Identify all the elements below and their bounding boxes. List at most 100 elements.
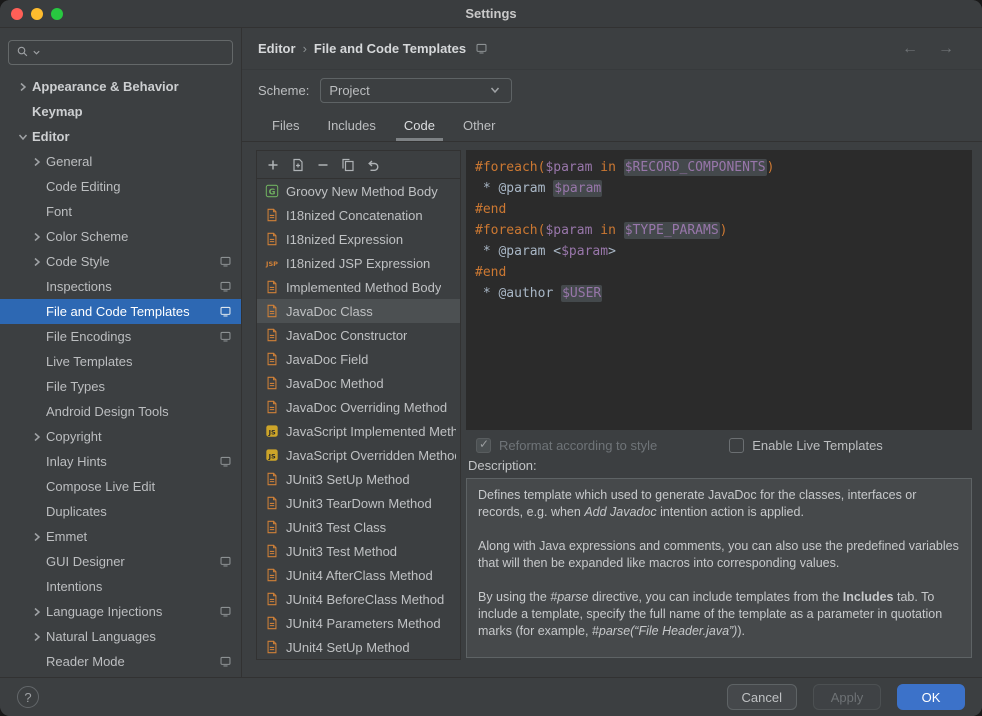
tpl-file-icon [264, 400, 280, 414]
sidebar-item-appearance-behavior[interactable]: Appearance & Behavior [0, 74, 241, 99]
settings-content: Editor › File and Code Templates ← → Sch… [242, 28, 982, 677]
sidebar-item-live-templates[interactable]: Live Templates [0, 349, 241, 374]
reset-template-button[interactable] [361, 154, 384, 176]
template-item-junit3-setup-method[interactable]: JUnit3 SetUp Method [257, 467, 460, 491]
enable-live-templates-option[interactable]: Enable Live Templates [729, 438, 883, 453]
sidebar-item-compose-live-edit[interactable]: Compose Live Edit [0, 474, 241, 499]
chevron-right-icon[interactable] [28, 229, 46, 245]
template-item-label: JUnit3 SetUp Method [286, 472, 410, 487]
sidebar-item-inlay-hints[interactable]: Inlay Hints [0, 449, 241, 474]
jsp-file-icon: JSP [264, 256, 280, 270]
back-icon[interactable]: ← [902, 40, 918, 58]
template-item-junit3-test-method[interactable]: JUnit3 Test Method [257, 539, 460, 563]
chevron-right-icon[interactable] [28, 429, 46, 445]
enable-live-templates-checkbox[interactable] [729, 438, 744, 453]
sidebar-item-general[interactable]: General [0, 149, 241, 174]
sidebar-item-file-types[interactable]: File Types [0, 374, 241, 399]
search-input[interactable] [44, 45, 225, 60]
sidebar-item-duplicates[interactable]: Duplicates [0, 499, 241, 524]
template-item-junit3-test-class[interactable]: JUnit3 Test Class [257, 515, 460, 539]
chevron-right-icon[interactable] [28, 529, 46, 545]
scheme-row: Scheme: Project [258, 71, 512, 109]
breadcrumb-separator-icon: › [296, 41, 314, 56]
sidebar-item-emmet[interactable]: Emmet [0, 524, 241, 549]
sidebar-item-label: Copyright [46, 429, 102, 444]
sidebar-item-label: Language Injections [46, 604, 162, 619]
settings-search-field[interactable] [8, 40, 233, 65]
template-item-junit4-beforeclass-method[interactable]: JUnit4 BeforeClass Method [257, 587, 460, 611]
svg-text:JSP: JSP [265, 260, 278, 268]
template-item-implemented-method-body[interactable]: Implemented Method Body [257, 275, 460, 299]
template-item-javadoc-constructor[interactable]: JavaDoc Constructor [257, 323, 460, 347]
sidebar-item-keymap[interactable]: Keymap [0, 99, 241, 124]
template-item-i18nized-expression[interactable]: I18nized Expression [257, 227, 460, 251]
sidebar-item-file-and-code-templates[interactable]: File and Code Templates [0, 299, 241, 324]
sidebar-item-copyright[interactable]: Copyright [0, 424, 241, 449]
template-item-junit3-teardown-method[interactable]: JUnit3 TearDown Method [257, 491, 460, 515]
breadcrumb-editor[interactable]: Editor [258, 41, 296, 56]
template-item-javadoc-field[interactable]: JavaDoc Field [257, 347, 460, 371]
sidebar-item-label: Color Scheme [46, 229, 128, 244]
add-template-button[interactable] [261, 154, 284, 176]
code-line: * @author $USER [475, 283, 963, 304]
sidebar-item-natural-languages[interactable]: Natural Languages [0, 624, 241, 649]
reformat-option[interactable]: Reformat according to style [476, 438, 657, 453]
forward-icon[interactable]: → [938, 40, 954, 58]
tpl-file-icon [264, 616, 280, 630]
chevron-right-icon[interactable] [28, 254, 46, 270]
cancel-button[interactable]: Cancel [727, 684, 797, 710]
remove-template-button[interactable] [311, 154, 334, 176]
sidebar-item-label: Reader Mode [46, 654, 125, 669]
sidebar-item-color-scheme[interactable]: Color Scheme [0, 224, 241, 249]
sidebar-item-language-injections[interactable]: Language Injections [0, 599, 241, 624]
template-item-javadoc-method[interactable]: JavaDoc Method [257, 371, 460, 395]
template-item-javascript-implemented-method-body[interactable]: JSJavaScript Implemented Method Body [257, 419, 460, 443]
tpl-file-icon [264, 232, 280, 246]
sidebar-item-label: File Encodings [46, 329, 131, 344]
template-item-junit4-afterclass-method[interactable]: JUnit4 AfterClass Method [257, 563, 460, 587]
sidebar-item-font[interactable]: Font [0, 199, 241, 224]
template-item-i18nized-jsp-expression[interactable]: JSPI18nized JSP Expression [257, 251, 460, 275]
sidebar-item-code-style[interactable]: Code Style [0, 249, 241, 274]
help-button[interactable]: ? [17, 686, 39, 708]
template-editor[interactable]: #foreach($param in $RECORD_COMPONENTS) *… [466, 150, 972, 430]
chevron-right-icon[interactable] [28, 629, 46, 645]
minimize-window-button[interactable] [31, 8, 43, 20]
search-options-chevron-icon[interactable] [32, 45, 41, 60]
template-toolbar [257, 151, 460, 179]
tpl-file-icon [264, 568, 280, 582]
tab-files[interactable]: Files [258, 109, 313, 141]
sidebar-item-gui-designer[interactable]: GUI Designer [0, 549, 241, 574]
template-item-javascript-overridden-method-body[interactable]: JSJavaScript Overridden Method Body [257, 443, 460, 467]
apply-button[interactable]: Apply [813, 684, 881, 710]
chevron-right-icon[interactable] [28, 154, 46, 170]
tab-includes[interactable]: Includes [313, 109, 389, 141]
tab-code[interactable]: Code [390, 109, 449, 141]
sidebar-item-intentions[interactable]: Intentions [0, 574, 241, 599]
sidebar-item-reader-mode[interactable]: Reader Mode [0, 649, 241, 674]
sidebar-item-label: Android Design Tools [46, 404, 169, 419]
sidebar-item-android-design-tools[interactable]: Android Design Tools [0, 399, 241, 424]
template-item-groovy-new-method-body[interactable]: GGroovy New Method Body [257, 179, 460, 203]
chevron-right-icon[interactable] [14, 79, 32, 95]
tree-indent [28, 554, 46, 570]
template-item-junit4-parameters-method[interactable]: JUnit4 Parameters Method [257, 611, 460, 635]
scheme-dropdown[interactable]: Project [320, 78, 512, 103]
close-window-button[interactable] [11, 8, 23, 20]
zoom-window-button[interactable] [51, 8, 63, 20]
template-item-javadoc-class[interactable]: JavaDoc Class [257, 299, 460, 323]
tab-other[interactable]: Other [449, 109, 510, 141]
chevron-down-icon[interactable] [14, 129, 32, 145]
chevron-right-icon[interactable] [28, 604, 46, 620]
create-child-template-button[interactable] [286, 154, 309, 176]
template-item-javadoc-overriding-method[interactable]: JavaDoc Overriding Method [257, 395, 460, 419]
sidebar-item-editor[interactable]: Editor [0, 124, 241, 149]
template-item-junit4-setup-method[interactable]: JUnit4 SetUp Method [257, 635, 460, 659]
sidebar-item-code-editing[interactable]: Code Editing [0, 174, 241, 199]
reformat-checkbox[interactable] [476, 438, 491, 453]
copy-template-button[interactable] [336, 154, 359, 176]
template-item-i18nized-concatenation[interactable]: I18nized Concatenation [257, 203, 460, 227]
ok-button[interactable]: OK [897, 684, 965, 710]
sidebar-item-inspections[interactable]: Inspections [0, 274, 241, 299]
sidebar-item-file-encodings[interactable]: File Encodings [0, 324, 241, 349]
